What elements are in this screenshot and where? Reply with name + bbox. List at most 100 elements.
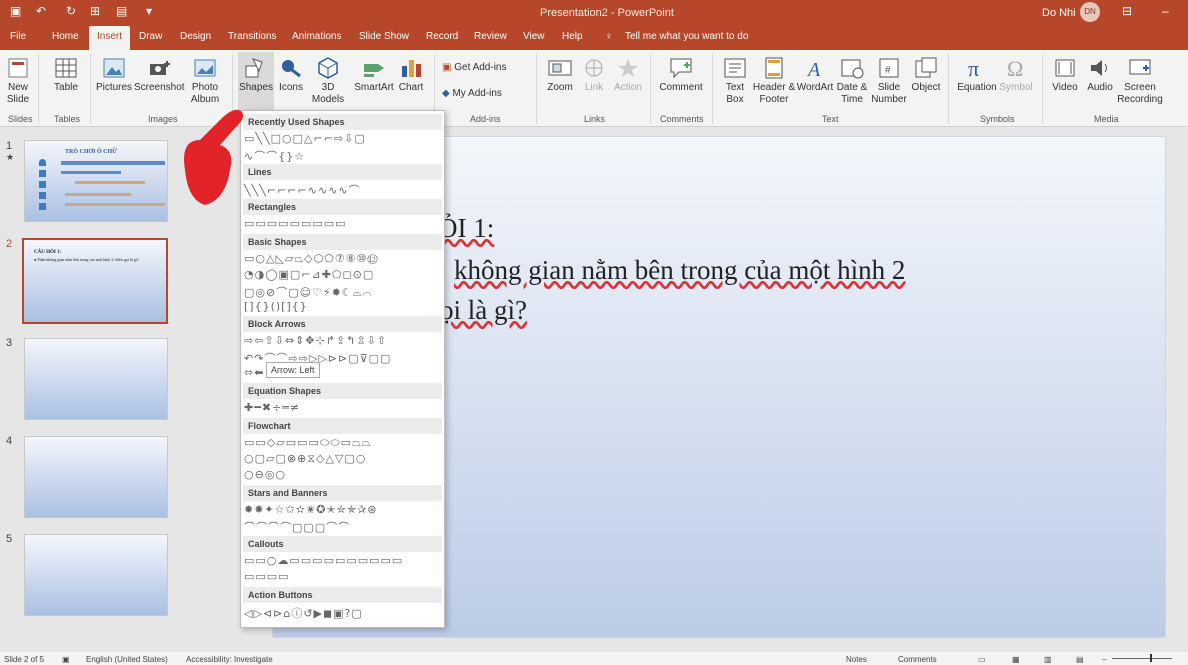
- addins-icon: ◆: [442, 88, 453, 99]
- pictures-button[interactable]: Pictures: [94, 56, 134, 94]
- shape-row[interactable]: ∿⌒⌒{}☆: [244, 148, 305, 164]
- ribbon-tabs: File Home Insert Draw Design Transitions…: [0, 26, 1188, 50]
- speaker-icon: [1091, 60, 1107, 76]
- video-button[interactable]: Video: [1048, 56, 1082, 94]
- tab-animations[interactable]: Animations: [292, 31, 341, 42]
- table-button[interactable]: Table: [48, 56, 84, 94]
- shapes-icon: [245, 58, 263, 78]
- cube-icon: [318, 57, 338, 79]
- shape-row[interactable]: ▭▭○☁▭▭▭▭▭▭▭▭▭▭: [244, 554, 403, 567]
- shape-row[interactable]: ▭▭◇▱▭▭▭⬭⬭▭⏢⏢: [244, 436, 372, 450]
- slide-text-line-3[interactable]: ọi là gì?: [440, 295, 527, 326]
- tab-transitions[interactable]: Transitions: [228, 31, 277, 42]
- tab-view[interactable]: View: [523, 31, 545, 42]
- reading-view-icon[interactable]: ▥: [1044, 655, 1052, 664]
- slide-number-button[interactable]: # Slide Number: [870, 56, 908, 106]
- redo-icon[interactable]: ↻: [66, 4, 76, 18]
- screenshot-button[interactable]: Screenshot: [134, 56, 185, 94]
- audio-button[interactable]: Audio: [1084, 56, 1116, 94]
- date-time-button[interactable]: Date & Time: [834, 56, 870, 106]
- tab-design[interactable]: Design: [180, 31, 211, 42]
- accessibility-status[interactable]: Accessibility: Investigate: [186, 655, 273, 664]
- tab-file[interactable]: File: [10, 31, 26, 42]
- minimize-icon[interactable]: –: [1162, 4, 1169, 18]
- my-addins-label: My Add-ins: [452, 88, 502, 99]
- normal-view-icon[interactable]: ▭: [978, 655, 986, 664]
- tell-me-search[interactable]: Tell me what you want to do: [625, 31, 748, 42]
- header-footer-button[interactable]: Header & Footer: [752, 56, 796, 106]
- 3d-models-button[interactable]: 3D Models: [306, 56, 350, 106]
- shape-row[interactable]: ◁▷⊲⊳⌂ⓘ↺▶◼▣?▢: [244, 605, 363, 621]
- shape-row[interactable]: ▢◎⊘⌒▢☺♡⚡✹☾⌓⌒: [244, 284, 372, 300]
- shape-row[interactable]: []{}()[]{}: [244, 300, 308, 313]
- shape-row[interactable]: ⌒⌒⌒⌒▢▢▢⌒⌒: [244, 519, 350, 535]
- slide-thumbnail-2[interactable]: CÂU HỎI 1: ● Phần không gian nằm bên tro…: [22, 238, 168, 324]
- slide-thumbnail-5[interactable]: [24, 534, 168, 616]
- chart-button[interactable]: Chart: [396, 56, 426, 94]
- new-slide-button[interactable]: New Slide: [2, 56, 34, 106]
- slide-text-line-2[interactable]: không gian nằm bên trong của một hình 2: [454, 255, 905, 286]
- equation-button[interactable]: π Equation: [956, 56, 998, 94]
- shape-row[interactable]: ▭▭▭▭: [244, 570, 290, 583]
- slide-number-icon: #: [879, 58, 899, 78]
- zoom-out-icon[interactable]: –: [1102, 655, 1106, 664]
- slide-thumbnail-1[interactable]: TRÒ CHƠI Ô CHỮ: [24, 140, 168, 222]
- wordart-button[interactable]: A WordArt: [796, 56, 834, 94]
- thumbnail-bar: [65, 203, 165, 206]
- thumbnail-bar: [75, 181, 145, 184]
- tab-slideshow[interactable]: Slide Show: [359, 31, 409, 42]
- tab-review[interactable]: Review: [474, 31, 507, 42]
- text-box-button[interactable]: Text Box: [718, 56, 752, 106]
- zoom-button[interactable]: Zoom: [542, 56, 578, 94]
- slide-thumbnail-3[interactable]: [24, 338, 168, 420]
- shape-row[interactable]: ▭▭▭▭▭▭▭▭▭: [244, 217, 347, 230]
- action-button[interactable]: Action: [612, 56, 644, 94]
- language-status[interactable]: English (United States): [86, 655, 168, 664]
- tab-insert[interactable]: Insert: [89, 26, 131, 50]
- present-icon[interactable]: ⊞: [90, 4, 100, 18]
- shape-row[interactable]: ▭○△◺▱⏢◇⬡⬠⑦⑧⑩⑫: [244, 252, 379, 266]
- slide-thumbnail-4[interactable]: [24, 436, 168, 518]
- shape-row[interactable]: ○⊖◎○: [244, 468, 286, 481]
- icons-button[interactable]: Icons: [276, 56, 306, 94]
- table-icon: [55, 58, 77, 78]
- zoom-slider[interactable]: [1112, 658, 1172, 659]
- user-name[interactable]: Do Nhi: [1042, 7, 1076, 19]
- tab-help[interactable]: Help: [562, 31, 583, 42]
- comments-button[interactable]: Comments: [898, 655, 937, 664]
- symbol-button[interactable]: Ω Symbol: [998, 56, 1034, 94]
- save-icon[interactable]: ▣: [10, 4, 21, 18]
- shapes-label: Shapes: [239, 82, 273, 93]
- zoom-slider-thumb[interactable]: [1150, 654, 1152, 662]
- 3d-models-label: 3D Models: [311, 82, 345, 105]
- photo-album-button[interactable]: Photo Album: [186, 56, 224, 106]
- undo-icon[interactable]: ↶: [36, 4, 46, 18]
- screen-recording-button[interactable]: Screen Recording: [1114, 56, 1166, 106]
- comment-button[interactable]: Comment: [656, 56, 706, 94]
- slideshow-view-icon[interactable]: ▤: [1076, 655, 1084, 664]
- slide-sorter-icon[interactable]: ▦: [1012, 655, 1020, 664]
- tab-draw[interactable]: Draw: [139, 31, 162, 42]
- link-button[interactable]: Link: [580, 56, 608, 94]
- avatar[interactable]: DN: [1080, 2, 1100, 22]
- shape-row[interactable]: ✚━✖÷═≠: [244, 401, 300, 414]
- tab-record[interactable]: Record: [426, 31, 458, 42]
- get-addins-button[interactable]: ▣ Get Add-ins: [442, 62, 532, 74]
- shape-row[interactable]: ▭╲╲□○□△⌐⌐⇨⇩▢: [244, 132, 366, 145]
- tab-home[interactable]: Home: [52, 31, 79, 42]
- slide-text-line-1[interactable]: ỎI 1:: [438, 213, 494, 244]
- smartart-button[interactable]: SmartArt: [352, 56, 396, 94]
- shape-row[interactable]: ✹✸✦☆✩✫✬✪✭✮✯✰⊛: [244, 503, 377, 516]
- object-button[interactable]: Object: [908, 56, 944, 94]
- shape-row[interactable]: ⇨⇦⇧⇩⇔⇕✥⊹↱⇪↰⇫⇩⇧: [244, 334, 387, 347]
- shape-row[interactable]: ○▢▱▢⊗⊕⧖◇△▽▢○: [244, 452, 366, 466]
- my-addins-button[interactable]: ◆ My Add-ins: [442, 88, 532, 100]
- ribbon-display-icon[interactable]: ⊟: [1122, 4, 1132, 18]
- shape-row[interactable]: ⬄⬅: [244, 366, 264, 379]
- shape-row[interactable]: ╲╲╲⌐⌐⌐⌐∿∿∿∿⌒: [244, 182, 361, 198]
- notes-button[interactable]: Notes: [846, 655, 867, 664]
- shape-row[interactable]: ◔◑◯▣▢⌐⊿✚⬠◻⊙▢: [244, 268, 374, 281]
- spelling-icon[interactable]: ▣: [62, 655, 70, 664]
- customize-qat-icon[interactable]: ▾: [146, 4, 152, 18]
- slideshow-icon[interactable]: ▤: [116, 4, 127, 18]
